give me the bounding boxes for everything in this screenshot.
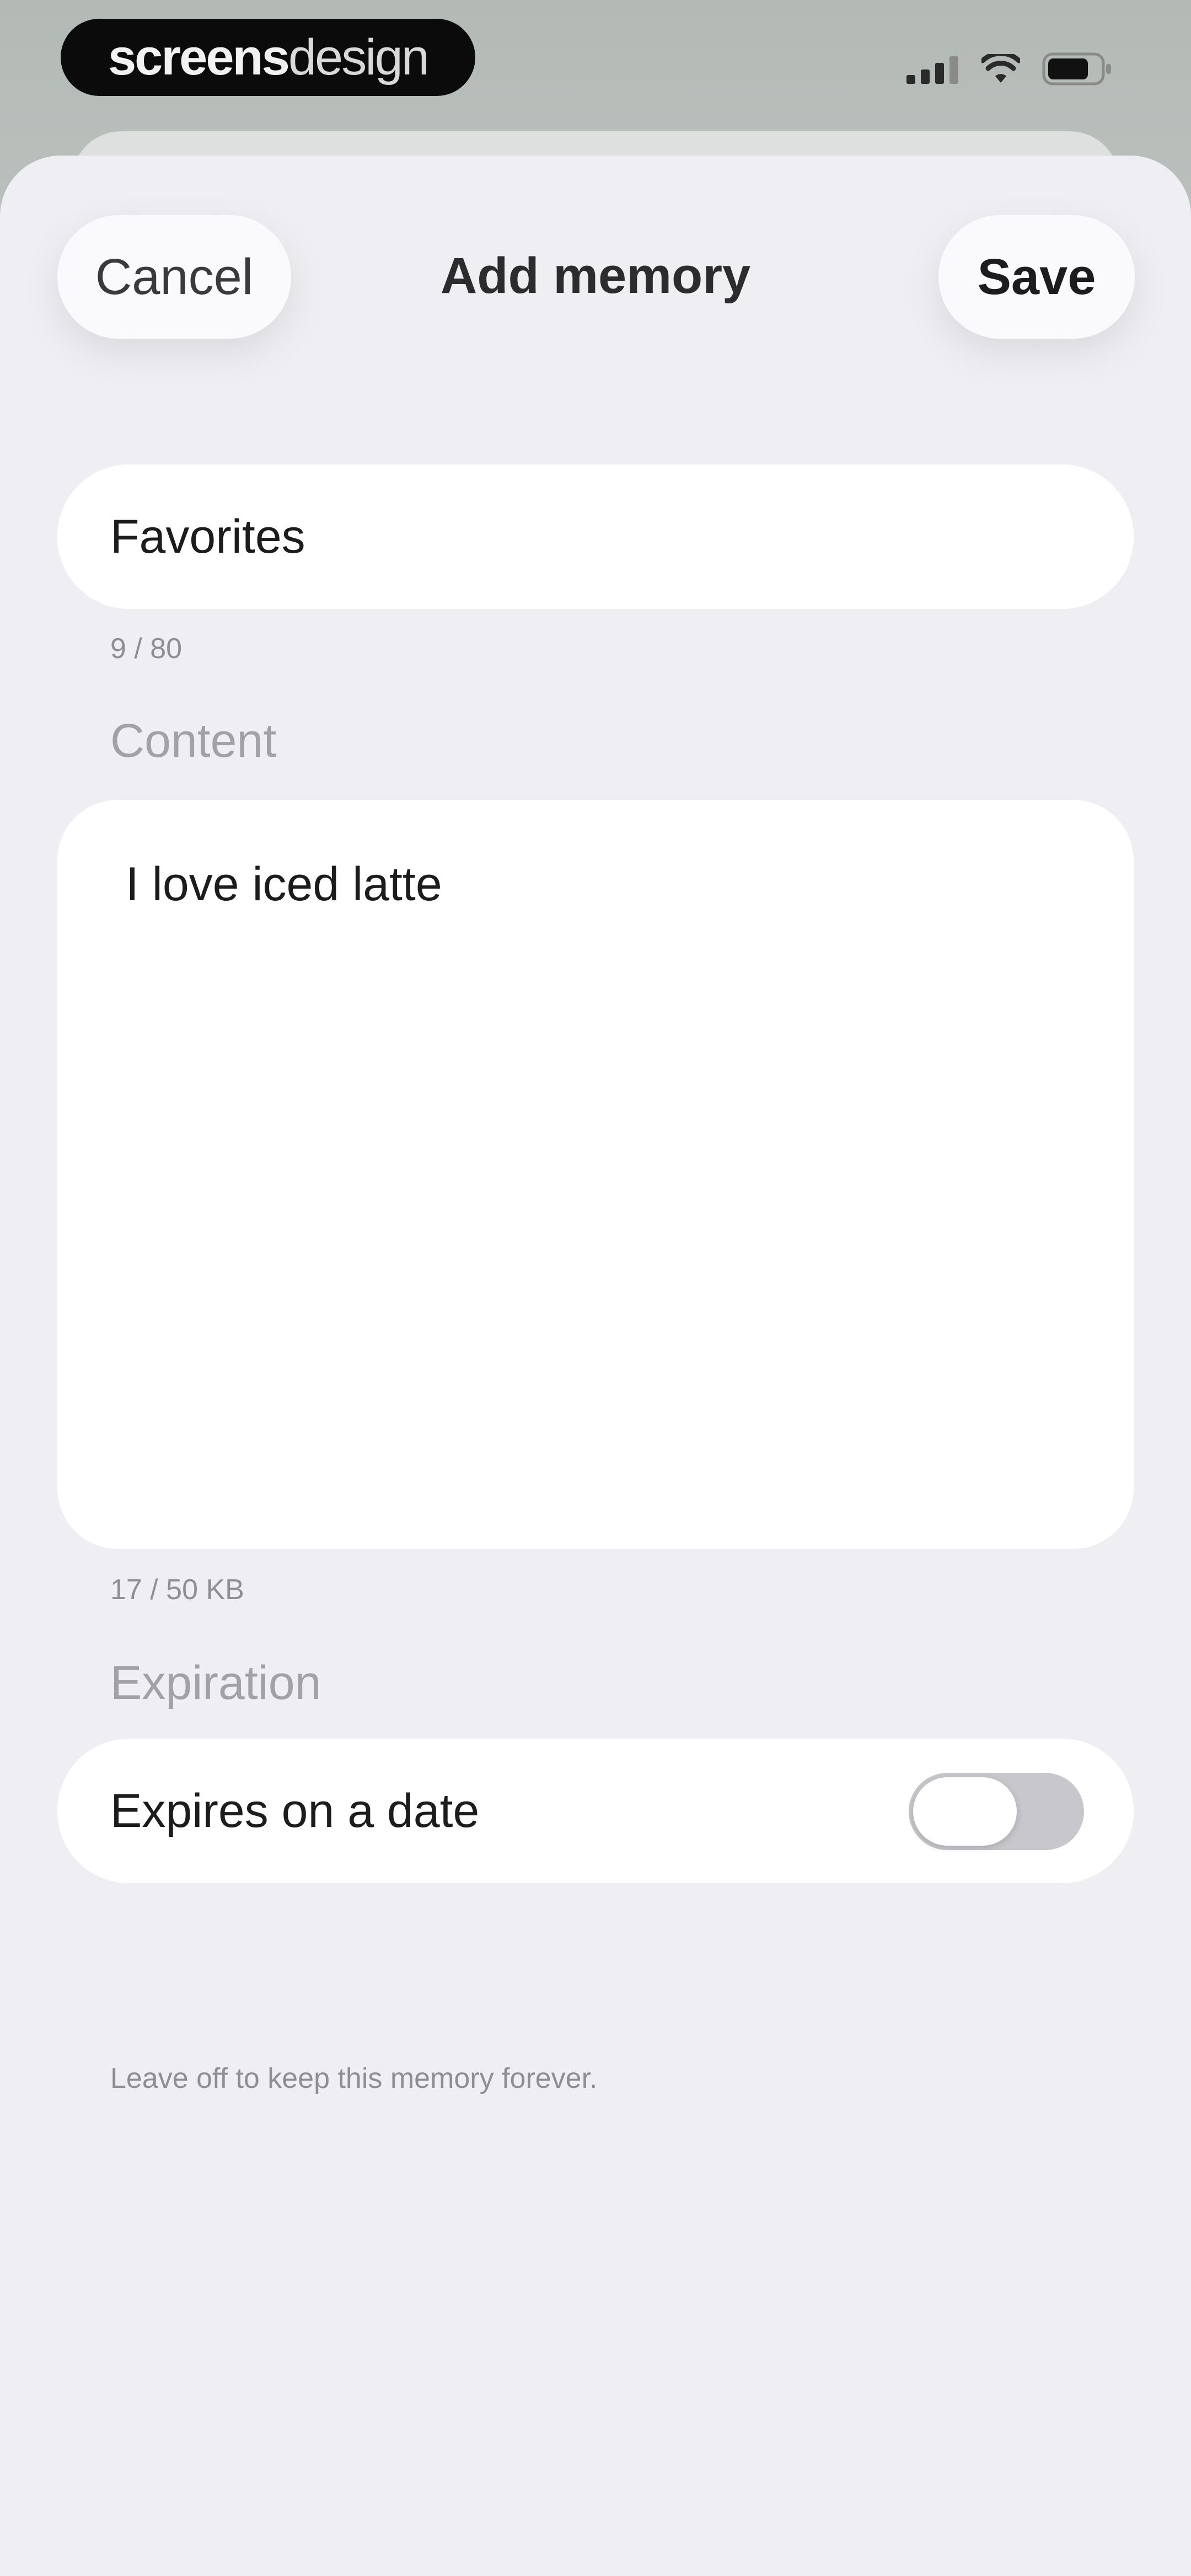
wifi-icon [981, 54, 1020, 83]
status-bar: screens design [0, 0, 1191, 127]
content-size-counter: 17 / 50 KB [110, 1574, 244, 1606]
status-icons [906, 50, 1114, 88]
brand-logo: screens design [61, 19, 475, 96]
toggle-knob [913, 1777, 1017, 1846]
expires-on-date-row: Expires on a date [57, 1739, 1134, 1883]
content-textarea[interactable]: I love iced latte [57, 800, 1134, 1549]
battery-icon [1042, 52, 1111, 85]
content-textarea-value: I love iced latte [126, 858, 442, 911]
brand-text-light: design [288, 29, 430, 85]
content-label: Content [110, 714, 277, 767]
expiration-label: Expiration [110, 1656, 321, 1709]
title-input-value: Favorites [110, 510, 305, 563]
save-button[interactable]: Save [938, 215, 1135, 339]
expiration-hint: Leave off to keep this memory forever. [110, 2062, 598, 2094]
add-memory-sheet: Cancel Add memory Save Favorites 9 / 80 … [0, 156, 1191, 2576]
signal-icon [906, 56, 958, 84]
title-character-counter: 9 / 80 [110, 633, 183, 665]
brand-text-bold: screens [108, 29, 290, 85]
expires-on-date-label: Expires on a date [110, 1784, 480, 1837]
expires-on-date-toggle[interactable] [909, 1773, 1084, 1850]
title-input[interactable]: Favorites [57, 464, 1134, 609]
